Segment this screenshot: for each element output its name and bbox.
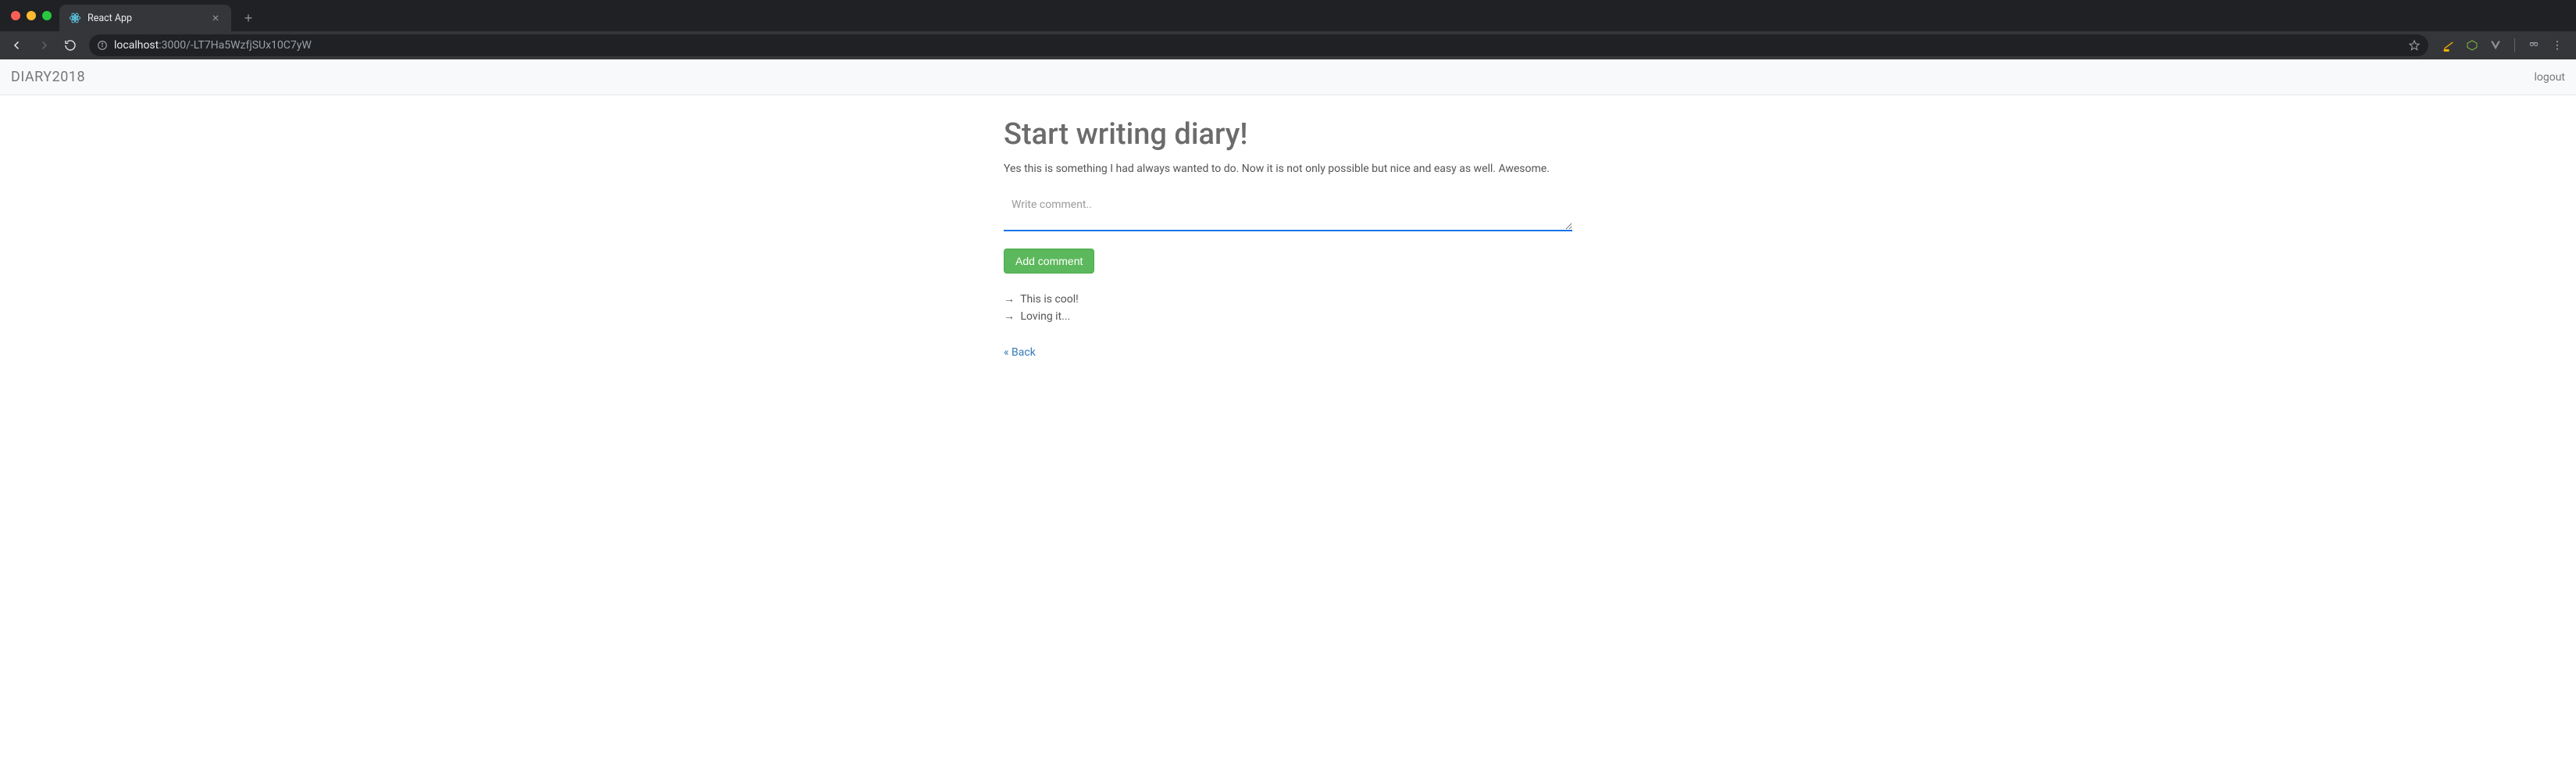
arrow-right-icon: →	[1004, 308, 1015, 325]
back-link[interactable]: « Back	[1004, 346, 1036, 359]
add-comment-button[interactable]: Add comment	[1004, 249, 1094, 274]
extension-css-icon[interactable]: css	[2441, 38, 2456, 53]
toolbar-separator	[2514, 38, 2515, 52]
react-favicon-icon	[69, 12, 81, 24]
profile-icon[interactable]	[2526, 38, 2542, 53]
browser-menu-icon[interactable]	[2549, 38, 2565, 53]
bookmark-star-icon[interactable]	[2408, 39, 2421, 52]
tab-title: React App	[87, 13, 132, 24]
comment-text: Loving it...	[1020, 310, 1070, 323]
window-minimize-icon[interactable]	[27, 11, 36, 20]
svg-text:css: css	[2444, 48, 2449, 52]
comment-input-wrap	[1004, 192, 1572, 234]
comments-list: → This is cool! → Loving it...	[1004, 291, 1572, 326]
browser-toolbar: localhost:3000/-LT7Ha5WzfjSUx10C7yW css	[0, 31, 2576, 59]
address-bar[interactable]: localhost:3000/-LT7Ha5WzfjSUx10C7yW	[89, 34, 2428, 56]
window-controls	[8, 0, 59, 31]
page-title: Start writing diary!	[1004, 117, 1572, 152]
logout-link[interactable]: logout	[2534, 71, 2565, 84]
browser-chrome: React App localhost:3000/-LT7Ha5WzfjSUx1…	[0, 0, 2576, 59]
extension-vue-icon[interactable]	[2488, 38, 2503, 53]
window-close-icon[interactable]	[11, 11, 20, 20]
tab-strip: React App	[0, 0, 2576, 31]
brand-title[interactable]: DIARY2018	[11, 69, 85, 85]
close-tab-icon[interactable]	[209, 12, 222, 24]
app-header: DIARY2018 logout	[0, 59, 2576, 95]
list-item: → This is cool!	[1004, 291, 1572, 308]
url-host: localhost	[114, 39, 159, 52]
main-content: Start writing diary! Yes this is somethi…	[991, 95, 1585, 406]
extension-node-icon[interactable]	[2464, 38, 2480, 53]
arrow-right-icon: →	[1004, 291, 1015, 308]
new-tab-button[interactable]	[237, 7, 259, 29]
url-path: :3000/-LT7Ha5WzfjSUx10C7yW	[159, 39, 312, 52]
window-maximize-icon[interactable]	[42, 11, 52, 20]
nav-reload-button[interactable]	[59, 34, 81, 56]
comment-input[interactable]	[1004, 192, 1572, 231]
list-item: → Loving it...	[1004, 308, 1572, 325]
site-info-icon[interactable]	[97, 40, 108, 51]
page-description: Yes this is something I had always wante…	[1004, 163, 1572, 175]
url-text: localhost:3000/-LT7Ha5WzfjSUx10C7yW	[114, 39, 312, 52]
nav-forward-button[interactable]	[33, 34, 55, 56]
comment-text: This is cool!	[1020, 293, 1079, 306]
extension-icons: css	[2436, 38, 2570, 53]
nav-back-button[interactable]	[6, 34, 28, 56]
browser-tab[interactable]: React App	[59, 5, 231, 31]
